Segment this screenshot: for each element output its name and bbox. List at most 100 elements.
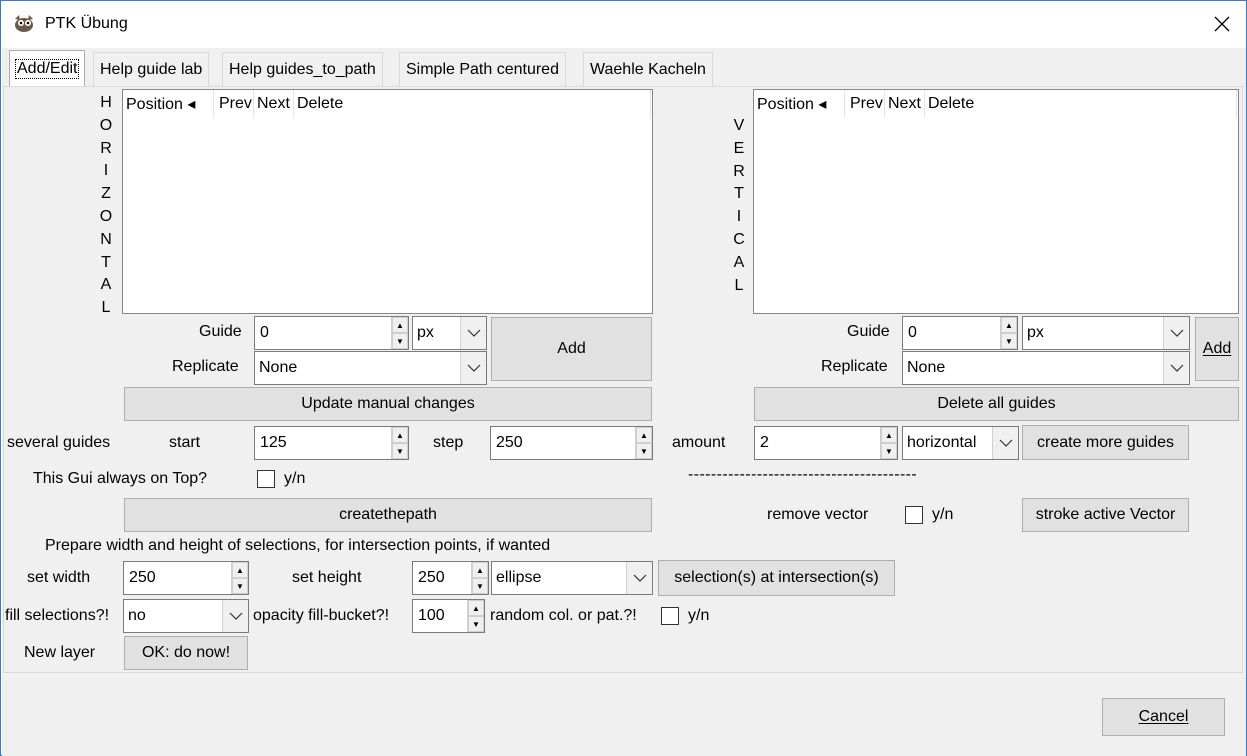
spinbox-value: 250 bbox=[418, 569, 445, 586]
spin-up-icon[interactable]: ▲ bbox=[881, 427, 897, 443]
spin-down-icon[interactable]: ▼ bbox=[392, 443, 408, 459]
column-header-delete[interactable]: Delete bbox=[294, 90, 651, 118]
update-manual-changes-button[interactable]: Update manual changes bbox=[124, 387, 652, 421]
stroke-active-vector-button[interactable]: stroke active Vector bbox=[1022, 498, 1189, 532]
orientation-select[interactable]: horizontal bbox=[902, 426, 1019, 460]
tab-simple-path-centured[interactable]: Simple Path centured bbox=[399, 52, 566, 86]
tab-label: Waehle Kacheln bbox=[590, 60, 706, 78]
spin-down-icon[interactable]: ▼ bbox=[881, 443, 897, 459]
cancel-button[interactable]: Cancel bbox=[1102, 698, 1225, 736]
column-header-delete[interactable]: Delete bbox=[925, 90, 1237, 118]
vertical-letter: H bbox=[100, 94, 112, 111]
vertical-add-button[interactable]: Add bbox=[1195, 317, 1239, 381]
delete-all-guides-button[interactable]: Delete all guides bbox=[754, 387, 1239, 421]
column-header-prev[interactable]: Prev bbox=[847, 90, 885, 118]
tab-waehle-kacheln[interactable]: Waehle Kacheln bbox=[583, 52, 713, 86]
set-height-spinbox[interactable]: 250 ▲ ▼ bbox=[412, 561, 489, 595]
opacity-fill-bucket-label: opacity fill-bucket?! bbox=[253, 607, 390, 624]
chevron-down-icon[interactable] bbox=[1163, 317, 1189, 349]
spin-up-icon[interactable]: ▲ bbox=[636, 427, 652, 443]
select-value: ellipse bbox=[496, 569, 542, 586]
vertical-guides-list[interactable]: Position ◂ Prev Next Delete bbox=[753, 89, 1239, 314]
amount-spinbox[interactable]: 2 ▲ ▼ bbox=[754, 426, 898, 460]
fill-selections-label: fill selections?! bbox=[5, 607, 110, 624]
select-value: no bbox=[128, 607, 146, 624]
remove-vector-checkbox-label: y/n bbox=[932, 506, 954, 523]
spin-arrows: ▲ ▼ bbox=[467, 600, 484, 632]
remove-vector-checkbox[interactable] bbox=[905, 506, 923, 524]
title-bar: PTK Übung bbox=[1, 1, 1246, 48]
vertical-guide-label: Guide bbox=[847, 323, 890, 340]
tab-help-guide-lab[interactable]: Help guide lab bbox=[93, 52, 210, 86]
remove-vector-label: remove vector bbox=[767, 506, 869, 523]
spin-up-icon[interactable]: ▲ bbox=[392, 427, 408, 443]
spin-down-icon[interactable]: ▼ bbox=[392, 333, 408, 349]
spin-arrows: ▲ ▼ bbox=[880, 427, 897, 459]
horizontal-unit-select[interactable]: px bbox=[412, 316, 487, 350]
separator-dashes: ---------------------------------------- bbox=[688, 466, 918, 483]
selection-shape-select[interactable]: ellipse bbox=[491, 561, 653, 595]
vertical-letter: A bbox=[100, 276, 112, 294]
spinbox-value: 125 bbox=[260, 434, 287, 451]
vertical-letter: R bbox=[100, 139, 112, 157]
step-spinbox[interactable]: 250 ▲ ▼ bbox=[490, 426, 653, 460]
spin-arrows: ▲ ▼ bbox=[231, 562, 248, 594]
column-header-next[interactable]: Next bbox=[885, 90, 925, 118]
fill-selections-select[interactable]: no bbox=[123, 599, 249, 633]
start-spinbox[interactable]: 125 ▲ ▼ bbox=[254, 426, 409, 460]
chevron-down-icon[interactable] bbox=[1163, 352, 1189, 384]
column-header-next[interactable]: Next bbox=[254, 90, 294, 118]
vertical-guide-spinbox[interactable]: 0 ▲ ▼ bbox=[902, 316, 1018, 350]
spin-arrows: ▲ ▼ bbox=[635, 427, 652, 459]
spinbox-value: 2 bbox=[760, 434, 769, 451]
vertical-replicate-select[interactable]: None bbox=[902, 351, 1190, 385]
always-on-top-checkbox-label: y/n bbox=[284, 470, 306, 487]
horizontal-guides-list[interactable]: Position ◂ Prev Next Delete bbox=[122, 89, 653, 314]
random-color-checkbox[interactable] bbox=[661, 607, 679, 625]
always-on-top-checkbox[interactable] bbox=[257, 470, 275, 488]
spinbox-value: 0 bbox=[908, 324, 917, 341]
spin-up-icon[interactable]: ▲ bbox=[472, 562, 488, 578]
vertical-letter: L bbox=[734, 276, 744, 294]
horizontal-guide-spinbox[interactable]: 0 ▲ ▼ bbox=[254, 316, 409, 350]
column-header-position[interactable]: Position ◂ bbox=[754, 90, 845, 118]
chevron-down-icon[interactable] bbox=[460, 352, 486, 384]
always-on-top-label: This Gui always on Top? bbox=[33, 470, 208, 487]
vertical-letter: L bbox=[101, 299, 111, 317]
horizontal-replicate-select[interactable]: None bbox=[254, 351, 487, 385]
column-header-position[interactable]: Position ◂ bbox=[123, 90, 214, 118]
create-more-guides-button[interactable]: create more guides bbox=[1022, 425, 1189, 460]
tab-help-guides-to-path[interactable]: Help guides_to_path bbox=[222, 52, 383, 86]
column-header-prev[interactable]: Prev bbox=[216, 90, 254, 118]
spin-down-icon[interactable]: ▼ bbox=[232, 578, 248, 594]
spinbox-value: 0 bbox=[260, 324, 269, 341]
create-the-path-button[interactable]: createthepath bbox=[124, 498, 652, 532]
gimp-icon bbox=[15, 15, 33, 32]
spin-up-icon[interactable]: ▲ bbox=[232, 562, 248, 578]
button-label: Cancel bbox=[1138, 708, 1189, 725]
spin-up-icon[interactable]: ▲ bbox=[468, 600, 484, 616]
selection-at-intersection-button[interactable]: selection(s) at intersection(s) bbox=[658, 560, 895, 596]
select-value: px bbox=[417, 324, 434, 341]
ok-do-now-button[interactable]: OK: do now! bbox=[124, 636, 248, 670]
spin-up-icon[interactable]: ▲ bbox=[392, 317, 408, 333]
chevron-down-icon[interactable] bbox=[626, 562, 652, 594]
tab-add-edit[interactable]: Add/Edit bbox=[9, 50, 86, 87]
close-icon[interactable] bbox=[1204, 7, 1240, 41]
spin-down-icon[interactable]: ▼ bbox=[472, 578, 488, 594]
window-title: PTK Übung bbox=[45, 15, 128, 32]
set-width-spinbox[interactable]: 250 ▲ ▼ bbox=[123, 561, 249, 595]
horizontal-add-button[interactable]: Add bbox=[491, 317, 652, 381]
chevron-down-icon[interactable] bbox=[222, 600, 248, 632]
chevron-down-icon[interactable] bbox=[460, 317, 486, 349]
set-width-label: set width bbox=[27, 569, 91, 586]
vertical-unit-select[interactable]: px bbox=[1022, 316, 1190, 350]
tab-label: Help guides_to_path bbox=[229, 60, 376, 78]
spin-down-icon[interactable]: ▼ bbox=[468, 616, 484, 632]
spin-down-icon[interactable]: ▼ bbox=[1001, 333, 1017, 349]
spin-down-icon[interactable]: ▼ bbox=[636, 443, 652, 459]
opacity-spinbox[interactable]: 100 ▲ ▼ bbox=[412, 599, 485, 633]
spin-up-icon[interactable]: ▲ bbox=[1001, 317, 1017, 333]
spin-arrows: ▲ ▼ bbox=[1000, 317, 1017, 349]
chevron-down-icon[interactable] bbox=[992, 427, 1018, 459]
